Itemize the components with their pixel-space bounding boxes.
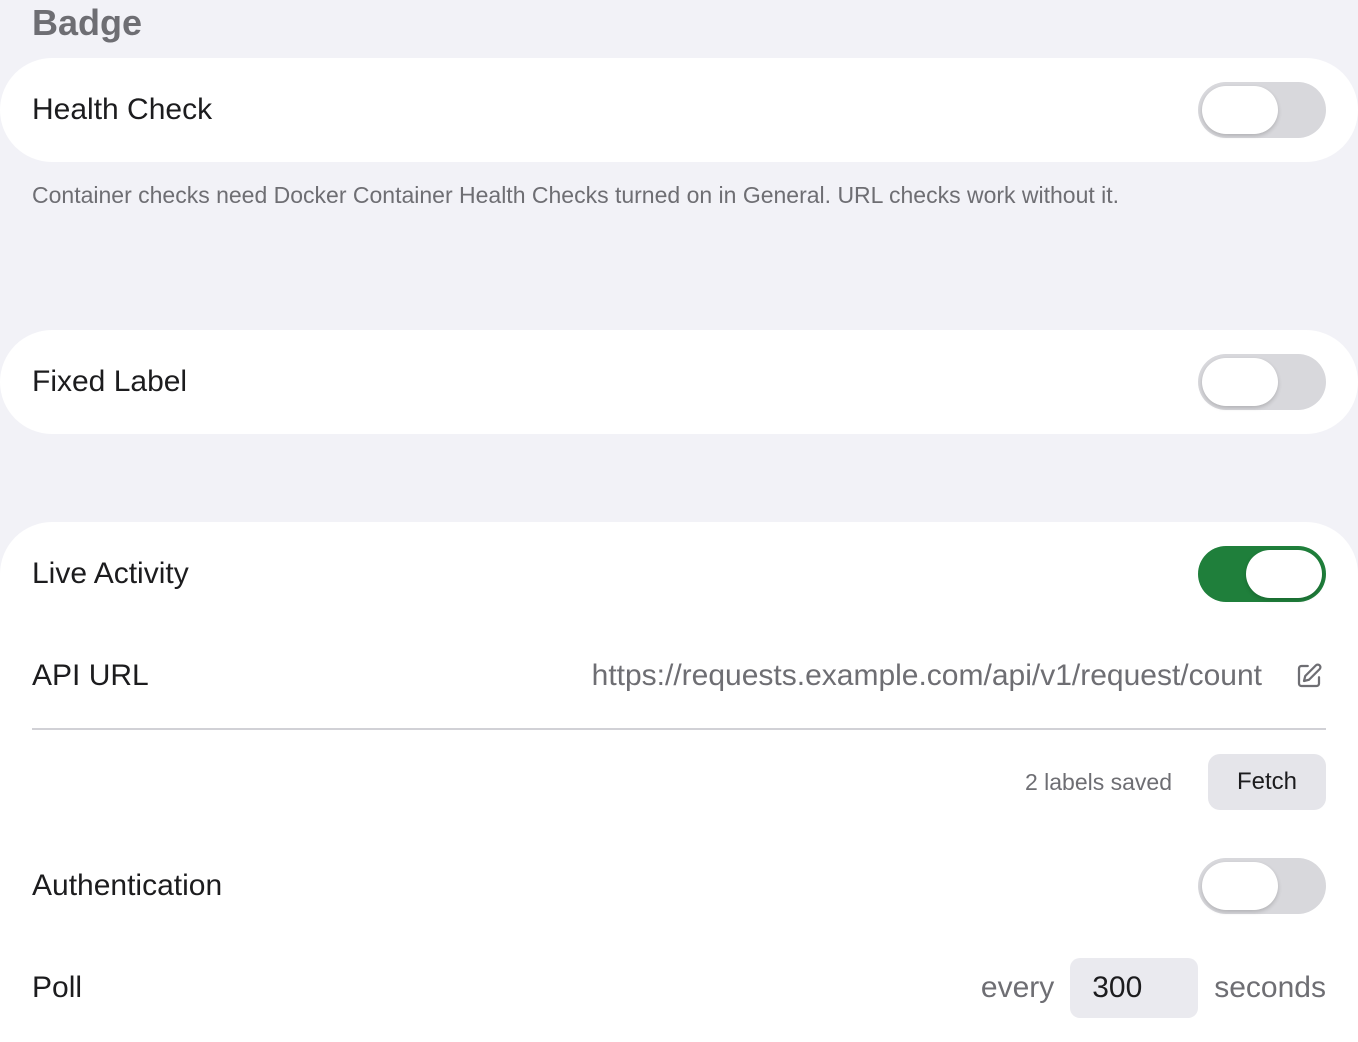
live-activity-card: Live Activity API URL https://requests.e… bbox=[0, 522, 1358, 1042]
fixed-label-row: Fixed Label bbox=[32, 354, 1326, 410]
poll-interval-input[interactable] bbox=[1070, 958, 1199, 1018]
authentication-toggle[interactable] bbox=[1198, 858, 1326, 914]
fixed-label-toggle[interactable] bbox=[1198, 354, 1326, 410]
fixed-label-card: Fixed Label bbox=[0, 330, 1358, 434]
fetch-row: 2 labels saved Fetch bbox=[32, 754, 1326, 810]
health-check-footnote: Container checks need Docker Container H… bbox=[32, 182, 1120, 208]
section-title: Badge bbox=[32, 2, 143, 43]
health-check-label: Health Check bbox=[32, 93, 213, 126]
authentication-label: Authentication bbox=[32, 869, 223, 902]
poll-suffix: seconds bbox=[1214, 971, 1326, 1004]
edit-pencil-icon[interactable] bbox=[1292, 659, 1326, 693]
live-activity-row: Live Activity bbox=[32, 546, 1326, 602]
health-check-row: Health Check bbox=[32, 82, 1326, 138]
poll-label: Poll bbox=[32, 971, 83, 1004]
labels-saved-text: 2 labels saved bbox=[1024, 768, 1172, 795]
api-url-group: https://requests.example.com/api/v1/requ… bbox=[592, 659, 1326, 693]
api-url-label: API URL bbox=[32, 659, 149, 692]
toggle-knob bbox=[1202, 862, 1278, 910]
toggle-knob bbox=[1246, 550, 1322, 598]
api-url-row: API URL https://requests.example.com/api… bbox=[32, 656, 1326, 696]
poll-group: every seconds bbox=[981, 958, 1326, 1018]
live-activity-label: Live Activity bbox=[32, 557, 189, 590]
api-url-value: https://requests.example.com/api/v1/requ… bbox=[591, 659, 1262, 692]
health-check-toggle[interactable] bbox=[1198, 82, 1326, 138]
live-activity-toggle[interactable] bbox=[1198, 546, 1326, 602]
toggle-knob bbox=[1202, 86, 1278, 134]
divider bbox=[32, 728, 1326, 730]
fixed-label-label: Fixed Label bbox=[32, 365, 188, 398]
authentication-row: Authentication bbox=[32, 858, 1326, 914]
badge-settings-page: Badge Health Check Container checks need… bbox=[0, 0, 1358, 1042]
poll-row: Poll every seconds bbox=[32, 958, 1326, 1018]
health-check-card: Health Check bbox=[0, 58, 1358, 162]
poll-prefix: every bbox=[980, 971, 1055, 1004]
toggle-knob bbox=[1202, 358, 1278, 406]
fetch-group: 2 labels saved Fetch bbox=[1025, 754, 1326, 810]
fetch-button[interactable]: Fetch bbox=[1208, 754, 1326, 810]
